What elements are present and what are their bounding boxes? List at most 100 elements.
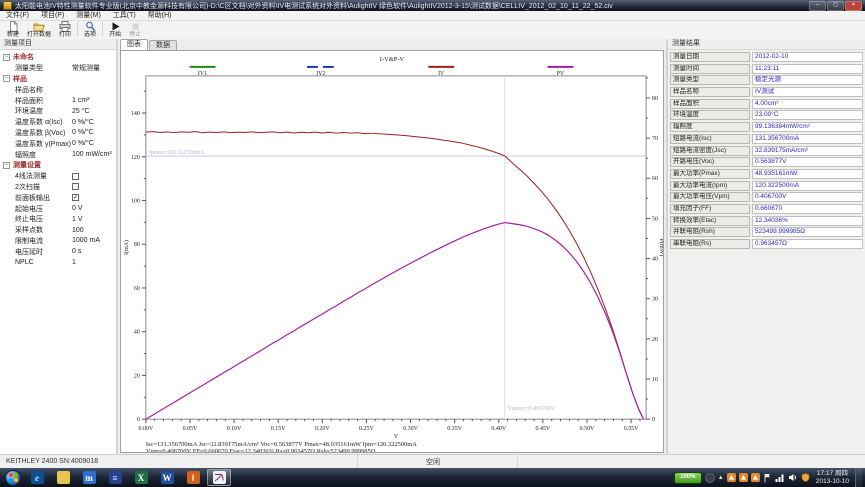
- taskbar-color-tool[interactable]: ‖: [181, 469, 205, 486]
- tree-row-label: 辐照度: [15, 150, 72, 160]
- tree-row[interactable]: 电压延时0 s: [0, 246, 116, 257]
- tree-row[interactable]: 2次扫描: [0, 182, 116, 193]
- color-tool-icon: ‖: [187, 471, 200, 484]
- tree-row[interactable]: 4线法测量: [0, 171, 116, 182]
- checkbox[interactable]: ✓: [72, 194, 79, 201]
- battery-indicator[interactable]: 100%: [674, 472, 702, 484]
- tree-row-label: 2次扫描: [15, 182, 72, 192]
- result-value: 0.963457Ω: [752, 239, 863, 249]
- result-row: 测量类型稳定光源: [670, 75, 863, 85]
- tab-chart[interactable]: 图表: [120, 39, 148, 50]
- windows-explorer-icon: [57, 471, 70, 484]
- tree-row[interactable]: 温度系数 α(Isc)0 %/°C: [0, 117, 116, 128]
- tree-group[interactable]: −测量设置: [0, 160, 116, 171]
- new-document-button[interactable]: 新建: [3, 21, 23, 39]
- hidden-icons-arrow[interactable]: ▲: [718, 475, 724, 481]
- updater-icon[interactable]: [727, 473, 736, 482]
- menu-item[interactable]: 项目(P): [35, 11, 70, 20]
- tree-group[interactable]: −样品: [0, 74, 116, 85]
- svg-text:Vpm=0.406700V FF=0.660670 Etac: Vpm=0.406700V FF=0.660670 Etac=12.34036%…: [146, 448, 376, 452]
- collapse-icon[interactable]: −: [3, 162, 10, 169]
- tool-button-label: 打印: [59, 32, 71, 39]
- tree-row[interactable]: 环境温度25 °C: [0, 106, 116, 117]
- start-button[interactable]: 开始: [105, 21, 125, 39]
- network-icon[interactable]: [775, 473, 785, 482]
- svg-text:I-V&P-V: I-V&P-V: [380, 56, 405, 63]
- result-row: 测量日期2012-02-10: [670, 52, 863, 62]
- taskbar-iv-measure-app[interactable]: [207, 469, 231, 486]
- tree-row[interactable]: 起始电压0 V: [0, 203, 116, 214]
- minimize-button[interactable]: ─: [809, 1, 826, 11]
- menu-item[interactable]: 工具(T): [107, 11, 142, 20]
- tool-button-label: 新建: [7, 32, 19, 39]
- measure-items-panel: 测量项目 −未命名测量类型常规测量−样品样品名称样品面积1 cm²环境温度25 …: [0, 39, 118, 455]
- tree-row[interactable]: 限制电流1000 mA: [0, 236, 116, 247]
- close-button[interactable]: ✕: [845, 1, 862, 11]
- svg-text:0.40V: 0.40V: [491, 426, 506, 432]
- result-label: 最大功率(Pmax): [670, 169, 750, 179]
- tree-row[interactable]: 辐照度100 mW/cm²: [0, 149, 116, 160]
- result-value: 2012-02-10: [752, 52, 863, 62]
- updater-icon[interactable]: [751, 473, 760, 482]
- svg-text:80: 80: [652, 96, 658, 102]
- svg-text:40: 40: [652, 257, 658, 263]
- menu-item[interactable]: 文件(F): [0, 11, 35, 20]
- tree-row-label: 测量类型: [15, 63, 72, 73]
- tree-row[interactable]: NPLC1: [0, 257, 116, 268]
- tree-row-label: 前面板输出: [15, 193, 72, 203]
- tool-button-label: 打开数据: [27, 32, 51, 39]
- result-value: 48.935161mW: [752, 169, 863, 179]
- tree-group[interactable]: −未命名: [0, 52, 116, 63]
- tree-row[interactable]: 温度系数 β(Voc)0 %/°C: [0, 128, 116, 139]
- clock-date: 2013-10-10: [816, 478, 849, 486]
- result-row: 测量时间11:23:11: [670, 64, 863, 74]
- tree-row[interactable]: 测量类型常规测量: [0, 63, 116, 74]
- result-label: 样品面积: [670, 99, 750, 109]
- maximize-button[interactable]: ▢: [827, 1, 844, 11]
- word-icon: W: [161, 471, 174, 484]
- menu-item[interactable]: 测量(M): [70, 11, 107, 20]
- open-folder-button[interactable]: 打开数据: [23, 21, 55, 39]
- collapse-icon[interactable]: −: [3, 75, 10, 82]
- tree-row[interactable]: 样品名称: [0, 84, 116, 95]
- printer-button[interactable]: 打印: [55, 21, 75, 39]
- tab-data[interactable]: 数据: [149, 40, 177, 50]
- taskbar-windows-explorer[interactable]: [51, 469, 75, 486]
- taskbar-media-player[interactable]: ≡: [103, 469, 127, 486]
- options-button[interactable]: 选项: [80, 21, 100, 39]
- checkbox[interactable]: [72, 183, 79, 190]
- media-player-icon: ≡: [109, 471, 122, 484]
- tree-row[interactable]: 前面板输出✓: [0, 192, 116, 203]
- result-row: 辐照度99.136384mW/cm²: [670, 122, 863, 132]
- tree-row[interactable]: 采样点数100: [0, 225, 116, 236]
- tree-row-value: 常规测量: [72, 63, 100, 73]
- tree-group-label: 测量设置: [13, 160, 41, 170]
- start-icon: [110, 21, 121, 32]
- tree-row-label: 4线法测量: [15, 171, 72, 181]
- taskbar-excel[interactable]: X: [129, 469, 153, 486]
- new-document-icon: [8, 21, 19, 32]
- menu-item[interactable]: 帮助(H): [142, 11, 178, 20]
- tree-group-label: 样品: [13, 74, 27, 84]
- tree-row[interactable]: 温度系数 γ(Pmax)0 %/°C: [0, 138, 116, 149]
- taskbar-maxthon-browser[interactable]: m: [77, 469, 101, 486]
- main-area: 测量项目 −未命名测量类型常规测量−样品样品名称样品面积1 cm²环境温度25 …: [0, 39, 865, 455]
- checkbox[interactable]: [72, 173, 79, 180]
- flag-icon[interactable]: [763, 473, 772, 483]
- power-plan-icon[interactable]: [705, 473, 715, 483]
- taskbar-word[interactable]: W: [155, 469, 179, 486]
- tree-row[interactable]: 样品面积1 cm²: [0, 95, 116, 106]
- show-desktop-button[interactable]: [855, 468, 862, 487]
- result-row: 样品名称IV测试: [670, 87, 863, 97]
- svg-text:60: 60: [134, 286, 140, 292]
- svg-text:10: 10: [652, 377, 658, 383]
- taskbar-internet-explorer[interactable]: e: [25, 469, 49, 486]
- taskbar-clock[interactable]: 17:17 周四 2013-10-10: [816, 470, 849, 485]
- tree-row[interactable]: 终止电压1 V: [0, 214, 116, 225]
- updater-icon[interactable]: [739, 473, 748, 482]
- volume-icon[interactable]: [788, 473, 798, 482]
- start-button[interactable]: [5, 470, 21, 486]
- collapse-icon[interactable]: −: [3, 54, 10, 61]
- result-row: 最大功率电压(Vpm)0.406700V: [670, 192, 863, 202]
- security-shield-icon[interactable]: [801, 473, 810, 482]
